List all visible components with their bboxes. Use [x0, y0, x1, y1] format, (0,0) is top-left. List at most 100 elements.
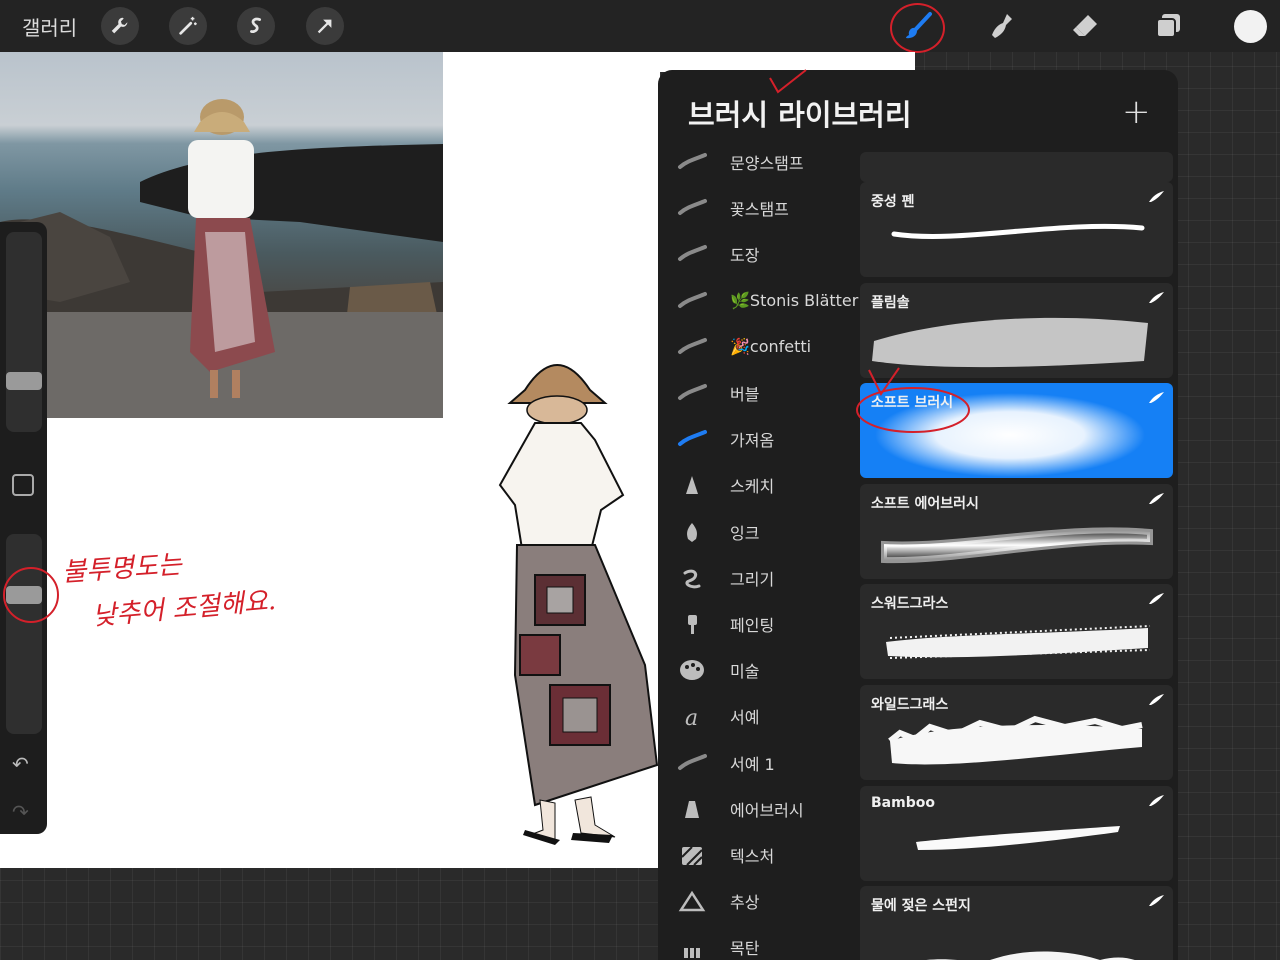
category-item[interactable]: 🌿Stonis Blätter: [676, 279, 866, 323]
category-item[interactable]: 가져옴: [676, 417, 866, 461]
svg-text:a: a: [685, 706, 698, 727]
brush-card[interactable]: 중성 펜: [860, 182, 1173, 277]
illustration-figure: [498, 364, 659, 845]
reference-photo: [0, 52, 443, 418]
brush-size-slider[interactable]: [6, 232, 42, 432]
brush-name: 중성 펜: [871, 194, 915, 210]
brush-name: Bamboo: [871, 794, 935, 811]
transform-arrow-icon[interactable]: [306, 7, 344, 45]
brush-card-partial[interactable]: [860, 152, 1173, 182]
brush-name: 소프트 에어브러시: [871, 495, 979, 512]
calligraphy-icon: a: [676, 704, 708, 728]
smudge-icon[interactable]: [984, 8, 1020, 44]
brush-flag-icon: [1149, 895, 1164, 907]
layers-icon[interactable]: [1150, 8, 1186, 44]
category-item[interactable]: 서예 1: [676, 741, 866, 785]
brush-card[interactable]: 물에 젖은 스펀지: [860, 886, 1173, 960]
brush-flag-icon: [1149, 593, 1164, 605]
stroke-icon: [676, 381, 708, 405]
triangle-icon: [676, 889, 708, 913]
category-label: 추상: [730, 893, 760, 913]
stroke-icon: [676, 242, 708, 266]
pencil-icon: [676, 473, 708, 497]
category-label: 목탄: [730, 939, 760, 959]
gallery-button[interactable]: 갤러리: [22, 12, 77, 41]
category-item[interactable]: 꽃스탬프: [676, 186, 866, 230]
texture-icon: [676, 843, 708, 867]
add-brush-button[interactable]: +: [1122, 92, 1151, 132]
category-label: 꽃스탬프: [730, 200, 789, 220]
brush-card[interactable]: 소프트 에어브러시: [860, 483, 1173, 579]
category-label: 문양스탬프: [730, 154, 804, 173]
brush-size-thumb[interactable]: [6, 372, 42, 390]
category-item[interactable]: a 서예: [676, 694, 866, 738]
brush-library-panel: 브러시 라이브러리 + 문양스탬프꽃스탬프도장 🌿Stonis Blätter 🎉c…: [658, 70, 1178, 960]
modify-button[interactable]: [12, 474, 34, 496]
brush-flag-icon: [1149, 694, 1164, 705]
annotation-circle-opacity: [3, 567, 59, 623]
airbrush-icon: [676, 797, 708, 821]
category-label: 버블: [730, 385, 760, 404]
category-label: 🌿Stonis Blätter: [730, 291, 859, 311]
stroke-icon: [676, 427, 708, 451]
stroke-icon: [676, 150, 708, 174]
brush-name: 플림솔: [871, 294, 910, 311]
stroke-icon: [676, 289, 708, 313]
brush-flag-icon: [1149, 794, 1164, 806]
undo-icon[interactable]: ↶: [12, 752, 29, 776]
magic-wand-icon[interactable]: [169, 7, 207, 45]
brush-name: 와일드그래스: [871, 697, 949, 713]
palette-icon: [676, 658, 708, 682]
category-label: 🎉confetti: [730, 337, 812, 357]
category-item[interactable]: 텍스처: [676, 833, 866, 877]
opacity-slider[interactable]: [6, 534, 42, 734]
annotation-circle-soft-brush: [856, 367, 970, 433]
category-item[interactable]: 스케치: [676, 463, 866, 507]
brush-flag-icon: [1149, 291, 1164, 303]
top-toolbar: 갤러리: [0, 0, 1280, 52]
category-item[interactable]: 버블: [676, 371, 866, 415]
annotation-circle-brush: [890, 3, 945, 53]
category-label: 페인팅: [730, 616, 775, 635]
stroke-icon: [676, 335, 708, 359]
brush-name: 스워드그라스: [871, 596, 949, 613]
category-item[interactable]: 페인팅: [676, 602, 866, 646]
color-swatch[interactable]: [1234, 10, 1267, 43]
category-item[interactable]: 미술: [676, 648, 866, 692]
category-label: 텍스처: [730, 847, 775, 866]
category-label: 서예: [730, 708, 760, 728]
category-item[interactable]: 그리기: [676, 556, 866, 600]
squiggle-icon: [676, 566, 708, 590]
category-label: 스케치: [730, 477, 775, 497]
brush-name: 물에 젖은 스펀지: [871, 898, 971, 915]
brush-flag-icon: [1149, 492, 1164, 504]
category-label: 도장: [730, 246, 760, 266]
redo-icon[interactable]: ↷: [12, 800, 29, 824]
brush-card[interactable]: 와일드그래스: [860, 685, 1173, 780]
panel-title: 브러시 라이브러리: [688, 98, 912, 132]
category-label: 미술: [730, 662, 760, 682]
brush-flag-icon: [1149, 191, 1164, 202]
category-item[interactable]: 추상: [676, 879, 866, 923]
category-item[interactable]: 에어브러시: [676, 787, 866, 831]
category-item[interactable]: 잉크: [676, 510, 866, 554]
category-item[interactable]: 도장: [676, 232, 866, 276]
category-label: 잉크: [730, 523, 760, 543]
brush-card[interactable]: Bamboo: [860, 785, 1173, 881]
pen-nib-icon: [676, 520, 708, 544]
eraser-icon[interactable]: [1067, 8, 1103, 44]
category-label: 서예 1: [730, 754, 775, 774]
paintbrush-icon: [676, 612, 708, 636]
charcoal-icon: [676, 935, 708, 959]
brush-card[interactable]: 스워드그라스: [860, 584, 1173, 680]
brush-flag-icon: [1149, 392, 1164, 404]
category-label: 에어브러시: [730, 800, 804, 820]
category-item[interactable]: 문양스탬프: [676, 140, 866, 184]
category-label: 그리기: [730, 569, 775, 589]
left-sidebar: ↶ ↷: [0, 222, 47, 834]
selection-icon[interactable]: [237, 7, 275, 45]
stroke-icon: [676, 751, 708, 775]
category-item[interactable]: 목탄: [676, 925, 866, 960]
wrench-icon[interactable]: [101, 7, 139, 45]
category-item[interactable]: 🎉confetti: [676, 325, 866, 369]
